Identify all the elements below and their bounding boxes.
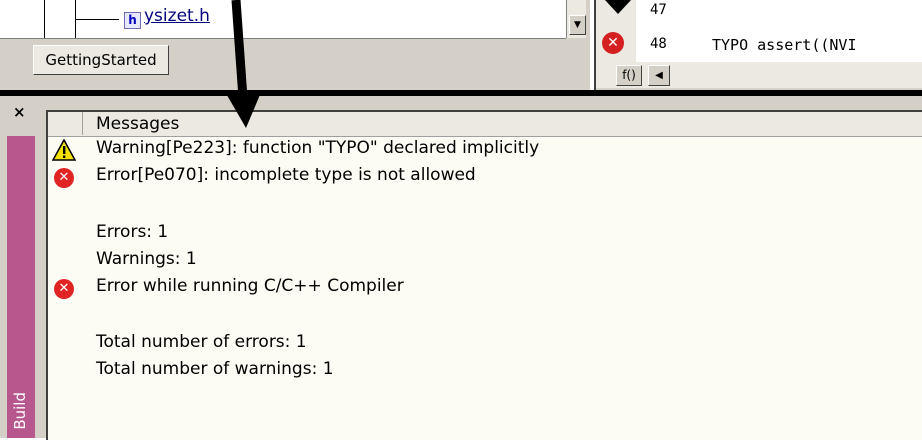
scroll-down-arrow-icon[interactable]: ▼ [569, 15, 586, 35]
messages-panel: Messages Warning[Pe223]: function "TYPO"… [46, 110, 922, 440]
message-text: Warning[Pe223]: function "TYPO" declared… [96, 138, 540, 158]
icon-column-header[interactable] [48, 112, 83, 135]
messages-header: Messages [48, 112, 922, 137]
tree-item-ysizet[interactable]: ysizet.h [144, 6, 210, 26]
close-icon[interactable]: × [13, 103, 26, 121]
error-icon: ✕ [54, 279, 74, 299]
build-tab[interactable]: Build [7, 136, 35, 438]
file-tree: h ysizet.h [0, 0, 566, 39]
tree-connector [75, 19, 119, 20]
editor-horizontal-scrollbar: f() ◀ [596, 62, 922, 88]
message-text: Total number of warnings: 1 [96, 359, 334, 379]
message-text: Errors: 1 [96, 222, 169, 242]
tab-getting-started[interactable]: GettingStarted [33, 45, 169, 75]
editor-pane: ✕ 47 48 TYPO assert((NVI f() ◀ [594, 0, 922, 90]
line-number-47: 47 [650, 2, 667, 18]
function-list-button[interactable]: f() [616, 65, 642, 86]
tree-connector [44, 0, 45, 38]
message-text: Warnings: 1 [96, 249, 197, 269]
code-line[interactable]: TYPO assert((NVI [712, 36, 857, 54]
error-icon: ✕ [54, 168, 74, 188]
header-file-icon: h [124, 12, 141, 29]
messages-column-header[interactable]: Messages [96, 114, 179, 134]
warning-icon [52, 139, 76, 161]
message-text: Error while running C/C++ Compiler [96, 276, 404, 296]
scroll-left-arrow-icon[interactable]: ◀ [648, 65, 670, 86]
build-window: × Build Messages Warning[Pe223]: functio… [0, 96, 922, 440]
workspace-pane: h ysizet.h ▼ GettingStarted [0, 0, 590, 90]
line-number-48: 48 [650, 36, 667, 52]
error-marker-icon[interactable]: ✕ [602, 32, 624, 54]
editor-gutter: ✕ [596, 0, 636, 62]
build-tab-label: Build [11, 392, 29, 430]
message-text: Total number of errors: 1 [96, 332, 307, 352]
message-text: Error[Pe070]: incomplete type is not all… [96, 165, 476, 185]
file-tree-scrollbar[interactable]: ▼ [566, 0, 586, 38]
